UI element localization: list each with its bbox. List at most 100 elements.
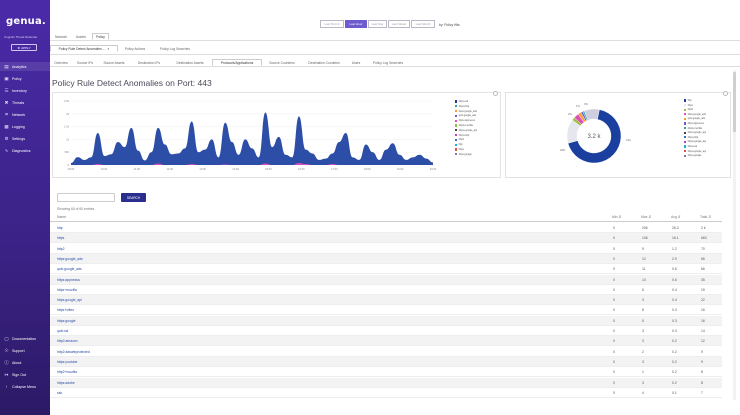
legend-item[interactable]: http2+mozilla [455, 124, 473, 127]
table-row[interactable]: http2:amazon 0 3 0.2 12 [50, 336, 722, 347]
table-row[interactable]: https:google 0 5 0.3 16 [50, 315, 722, 326]
tab-protocols-applications[interactable]: Protocols/Applications [212, 59, 262, 66]
column-header-min[interactable]: Min ⇵ [612, 215, 621, 219]
legend-item[interactable]: https+google_api [455, 129, 477, 132]
row-name-link[interactable]: https [57, 236, 64, 240]
table-row[interactable]: quic:google_ads 0 11 0.6 66 [50, 264, 722, 275]
sidebar-item-analytics[interactable]: ▤ Analytics [0, 62, 50, 71]
sidebar-item-documentation[interactable]: ▢ Documentation [0, 334, 50, 343]
legend-item[interactable]: https:google_ads [455, 110, 477, 113]
sidebar-item-about[interactable]: ⓘ About [0, 358, 50, 367]
tab-users[interactable]: Users [348, 59, 364, 66]
row-name-link[interactable]: http2:amazon [57, 339, 78, 343]
table-row[interactable]: https+mozilla 0 6 0.4 19 [50, 285, 722, 295]
tab-policy[interactable]: Policy [92, 33, 109, 40]
row-name-link[interactable]: quic:google_ads [57, 267, 82, 271]
legend-item[interactable]: http2+mozilla [684, 127, 702, 130]
tab-policy-actions[interactable]: Policy Actions [120, 45, 150, 52]
legend-item[interactable]: https+google [684, 154, 701, 157]
legend-item[interactable]: https:google_ads [684, 113, 706, 116]
row-name-link[interactable]: https+mozilla [57, 288, 77, 292]
sidebar-item-signout[interactable]: ↦ Sign Out [0, 370, 50, 379]
sidebar-item-threats[interactable]: ✖ Threats [0, 98, 50, 107]
time-button-hour[interactable]: Last Hour [345, 20, 367, 28]
sidebar-item-support[interactable]: ☉ Support [0, 346, 50, 355]
tab-destination-ips[interactable]: Destination IPs [131, 59, 167, 66]
legend-item[interactable]: https:appnexus [684, 122, 704, 125]
legend-item[interactable]: https+http [684, 136, 698, 139]
time-button-day[interactable]: Last Day [368, 20, 387, 28]
sidebar-item-network[interactable]: ⌗ Network [0, 110, 50, 119]
row-name-link[interactable]: https:youtube [57, 360, 77, 364]
row-name-link[interactable]: http2+mozilla [57, 370, 77, 374]
row-name-link[interactable]: http [57, 226, 63, 230]
legend-item[interactable]: https+http [455, 134, 469, 137]
legend-item[interactable]: http2+google_api [684, 140, 706, 143]
tab-network[interactable]: Network [52, 33, 70, 40]
legend-item[interactable]: https [455, 148, 464, 151]
column-header-max[interactable]: Max ⇵ [641, 215, 651, 219]
row-name-link[interactable]: http2 [57, 247, 65, 251]
row-name-link[interactable]: ssh [57, 391, 62, 395]
table-row[interactable]: http2 0 9 1.2 70 [50, 244, 722, 254]
table-row[interactable]: https:youtube 0 3 0.2 9 [50, 356, 722, 367]
table-row[interactable]: http2:adsafeprotected 0 2 0.2 9 [50, 347, 722, 357]
legend-item[interactable]: https+ssl [455, 100, 468, 103]
legend-item[interactable]: https:appnexus [455, 119, 475, 122]
legend-item[interactable]: https+http [455, 105, 469, 108]
tab-source-ips[interactable]: Source IPs [74, 59, 96, 66]
legend-item[interactable]: http [684, 99, 692, 102]
table-row[interactable]: https 0 106 16.1 663 [50, 233, 722, 244]
sidebar-item-collapse[interactable]: ‹ Collapse Menu [0, 382, 50, 391]
apply-button[interactable]: ⚙ APPLY [11, 44, 37, 51]
sidebar-item-inventory[interactable]: ☰ Inventory [0, 86, 50, 95]
column-header-name[interactable]: Name [57, 215, 66, 219]
legend-item[interactable]: https+ssl [684, 145, 697, 148]
close-icon[interactable]: × [107, 47, 109, 51]
legend-item[interactable]: http2 [684, 108, 693, 111]
legend-item[interactable]: https [684, 104, 693, 107]
sidebar-item-policy[interactable]: ▣ Policy [0, 74, 50, 83]
row-name-link[interactable]: https:google [57, 319, 75, 323]
tab-overview[interactable]: Overview [51, 59, 71, 66]
table-row[interactable]: https+ciltex 0 8 0.3 16 [50, 305, 722, 316]
table-row[interactable]: https:google_api 0 3 0.4 22 [50, 295, 722, 306]
table-row[interactable]: http 0 206 26.3 2 k [50, 223, 722, 233]
legend-item[interactable]: http [455, 143, 463, 146]
search-button[interactable]: SEARCH [121, 193, 146, 202]
table-row[interactable]: https:appnexus 0 10 0.6 35 [50, 274, 722, 285]
table-row[interactable]: quic:ssl 0 3 0.3 14 [50, 326, 722, 336]
time-button-month[interactable]: Last Month [411, 20, 435, 28]
time-button-week[interactable]: Last Week [388, 20, 410, 28]
table-row[interactable]: http2+mozilla 0 1 0.2 8 [50, 367, 722, 378]
area-series[interactable] [71, 112, 433, 165]
tab-source-countries[interactable]: Source Countries [264, 59, 300, 66]
tab-policy-log-searches[interactable]: Policy Log Searches [153, 45, 197, 52]
row-name-link[interactable]: https+ciltex [57, 308, 74, 312]
chart-menu-icon[interactable] [493, 91, 498, 96]
row-name-link[interactable]: quic:ssl [57, 329, 68, 333]
table-row[interactable]: ssh 0 4 0.1 7 [50, 388, 722, 398]
row-name-link[interactable]: http2:adsafeprotected [57, 350, 90, 354]
scrollbar-thumb[interactable] [733, 72, 736, 132]
sidebar-item-logging[interactable]: ▩ Logging [0, 122, 50, 131]
tab-policy-rule[interactable]: Policy Rule Detect Anomalies ... × [50, 45, 118, 52]
legend-item[interactable]: quic:google_ads [455, 114, 476, 117]
sidebar-item-diagnostics[interactable]: ∿ Diagnostics [0, 146, 50, 155]
row-name-link[interactable]: https:adobe [57, 381, 75, 385]
legend-item[interactable]: https+google_api [684, 150, 706, 153]
legend-item[interactable]: https:google [455, 153, 472, 156]
chart-menu-icon[interactable] [723, 91, 728, 96]
tab-policy-log-searches-2[interactable]: Policy Log Searches [366, 59, 410, 66]
column-header-total[interactable]: Total ⇵ [700, 215, 711, 219]
time-button-5min[interactable]: Last 5m(in) [320, 20, 344, 28]
table-row[interactable]: https:adobe 0 3 0.2 8 [50, 377, 722, 388]
table-row[interactable]: https:google_ads 0 12 2.9 66 [50, 253, 722, 264]
tab-source-assets[interactable]: Source Assets [99, 59, 129, 66]
tab-destination-assets[interactable]: Destination Assets [170, 59, 210, 66]
row-name-link[interactable]: https:google_ads [57, 257, 83, 261]
search-input[interactable] [57, 193, 115, 202]
column-header-avg[interactable]: Avg ⇵ [671, 215, 681, 219]
legend-item[interactable]: http2 [455, 138, 464, 141]
sidebar-item-settings[interactable]: ⚙ Settings [0, 134, 50, 143]
